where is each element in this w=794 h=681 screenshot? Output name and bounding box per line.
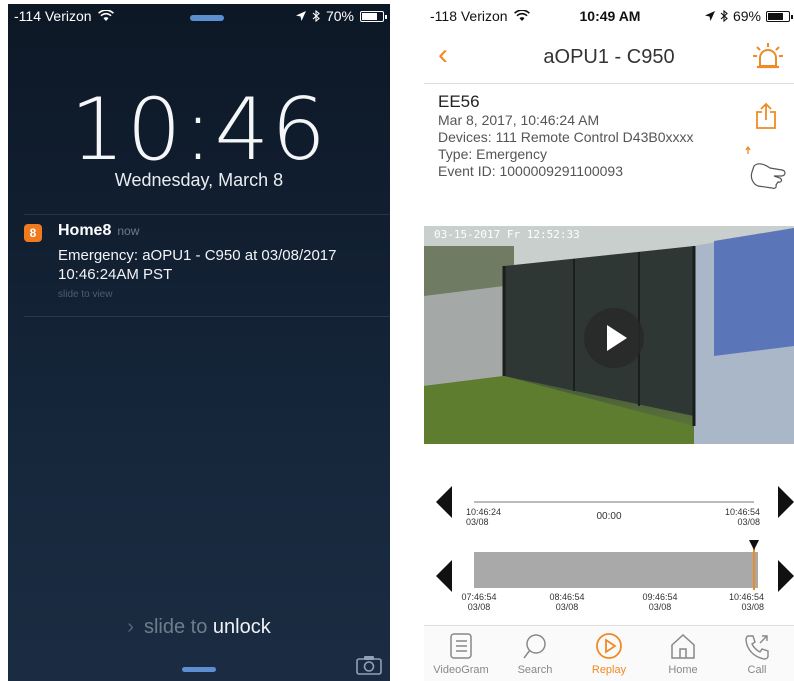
event-type: Type: Emergency — [438, 146, 547, 162]
share-icon[interactable] — [754, 102, 778, 130]
event-details: EE56 Mar 8, 2017, 10:46:24 AM Devices: 1… — [438, 92, 784, 180]
battery-icon — [360, 10, 387, 22]
event-datetime: Mar 8, 2017, 10:46:24 AM — [438, 112, 600, 128]
list-icon — [450, 633, 472, 659]
bluetooth-icon — [720, 10, 728, 22]
phone-icon — [745, 635, 769, 660]
previous-arrow-icon[interactable] — [436, 486, 452, 518]
history-timeline[interactable]: 07:46:54 03/08 08:46:54 03/08 09:46:54 03/0… — [424, 538, 794, 614]
screenshot-pair: -114 Verizon 70% 10:46 Wednesday, March … — [0, 0, 794, 681]
play-circle-icon — [596, 633, 622, 659]
clip-elapsed: 00:00 — [596, 511, 622, 522]
clip-start: 10:46:24 03/08 — [466, 507, 502, 527]
next-arrow-icon[interactable] — [778, 486, 794, 518]
history-tick: 07:46:54 03/08 — [461, 592, 497, 612]
divider — [24, 316, 390, 317]
location-arrow-icon — [704, 11, 715, 21]
control-center-grabber[interactable] — [182, 667, 216, 672]
event-devices: Devices: 111 Remote Control D43B0xxxx — [438, 129, 694, 145]
unlock-prefix: slide to — [143, 616, 213, 638]
tab-label: Home — [668, 664, 698, 676]
tab-call[interactable]: Call — [720, 632, 794, 676]
app-screen: -118 Verizon 10:49 AM 69% ‹ aOPU1 - C950 — [424, 4, 794, 681]
chevron-right-icon: › — [127, 616, 134, 638]
notification-grabber[interactable] — [190, 15, 224, 21]
tab-search[interactable]: Search — [498, 632, 572, 676]
home8-app-icon: 8 — [24, 224, 42, 242]
status-bar: -114 Verizon 70% — [14, 8, 387, 26]
tab-label: VideoGram — [433, 664, 489, 676]
home-icon — [671, 633, 695, 659]
previous-arrow-icon[interactable] — [436, 560, 452, 592]
notification-app-name: Home8 — [58, 222, 112, 239]
divider — [24, 214, 390, 215]
search-icon — [523, 634, 546, 659]
history-tick: 09:46:54 03/08 — [642, 592, 678, 612]
event-code: EE56 — [438, 92, 480, 111]
tab-label: Call — [747, 664, 767, 676]
camera-icon[interactable] — [356, 655, 382, 675]
slide-to-unlock[interactable]: › slide to unlock — [8, 616, 390, 639]
playhead[interactable] — [753, 548, 755, 590]
history-tick: 10:46:54 03/08 — [728, 592, 764, 612]
siren-icon[interactable] — [752, 42, 784, 72]
tab-replay[interactable]: Replay — [572, 632, 646, 676]
video-timestamp: 03-15-2017 Fr 12:52:33 — [434, 228, 580, 241]
wifi-icon — [97, 10, 114, 21]
lock-date: Wednesday, March 8 — [114, 170, 284, 190]
history-track[interactable] — [474, 552, 758, 588]
tab-videogram[interactable]: VideoGram — [424, 632, 498, 676]
page-title: aOPU1 - C950 — [543, 46, 675, 68]
battery-icon — [766, 10, 793, 22]
history-tick: 08:46:54 03/08 — [549, 592, 585, 612]
tab-label: Search — [517, 664, 553, 676]
location-arrow-icon — [295, 11, 306, 21]
notification-body: Emergency: aOPU1 - C950 at 03/08/2017 10… — [58, 247, 337, 283]
lock-clock: 10:46 — [70, 80, 328, 180]
playhead-marker-icon — [749, 540, 759, 550]
event-id: Event ID: 1000009291100093 — [438, 163, 624, 179]
bluetooth-icon — [312, 10, 320, 22]
notification-hint: slide to view — [58, 289, 113, 300]
video-player[interactable]: 03-15-2017 Fr 12:52:33 — [424, 226, 794, 444]
next-arrow-icon[interactable] — [778, 560, 794, 592]
clip-track[interactable] — [474, 501, 754, 503]
tab-bar: VideoGram Search Replay Home Call — [424, 625, 794, 681]
unlock-emphasis: unlock — [212, 616, 271, 638]
clip-end: 10:46:54 03/08 — [724, 507, 760, 527]
tap-hand-icon — [745, 145, 786, 189]
tab-label: Replay — [591, 664, 627, 676]
nav-bar: ‹ aOPU1 - C950 — [424, 32, 794, 84]
carrier-label: -114 Verizon — [14, 8, 92, 24]
lock-screen: -114 Verizon 70% 10:46 Wednesday, March … — [8, 4, 390, 681]
play-button[interactable] — [584, 308, 644, 368]
clip-timeline[interactable]: 10:46:24 03/08 00:00 10:46:54 03/08 — [424, 486, 794, 536]
notification-time: now — [117, 224, 140, 238]
status-bar: -118 Verizon 10:49 AM 69% — [430, 8, 793, 26]
battery-percent: 69% — [732, 8, 761, 24]
tab-home[interactable]: Home — [646, 632, 720, 676]
battery-percent: 70% — [325, 8, 354, 24]
